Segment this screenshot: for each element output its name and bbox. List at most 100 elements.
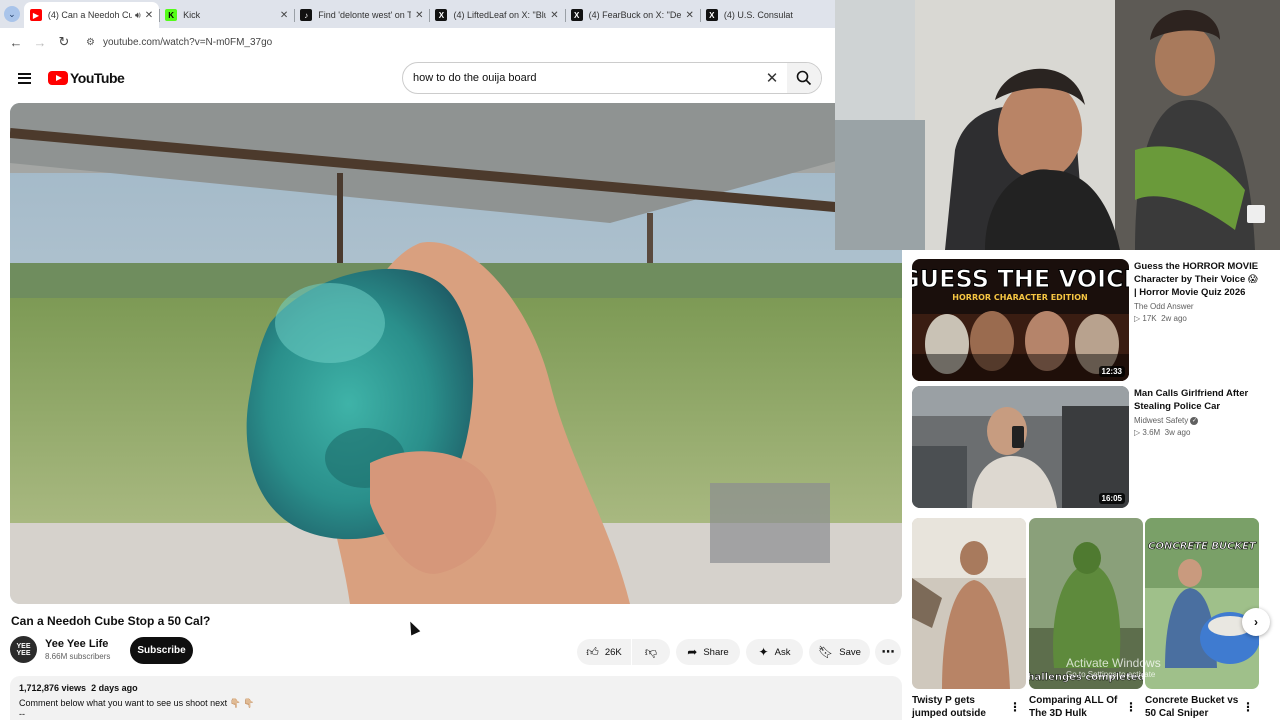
more-options-icon[interactable]: ⋮ bbox=[1242, 700, 1254, 714]
recommended-age: 3w ago bbox=[1164, 428, 1191, 437]
like-button[interactable]: 👍︎ 26K bbox=[577, 639, 631, 665]
browser-tab-x-liftedleaf[interactable]: X (4) LiftedLeaf on X: "Blueber ✕ bbox=[429, 2, 564, 28]
subscriber-count: 8.66M subscribers bbox=[45, 652, 111, 661]
menu-icon[interactable] bbox=[0, 72, 48, 84]
dislike-button[interactable]: 👎︎ bbox=[632, 639, 670, 665]
clear-search-icon[interactable]: ✕ bbox=[757, 69, 787, 87]
share-label: Share bbox=[703, 646, 729, 658]
youtube-icon: ▶ bbox=[29, 9, 42, 21]
recommended-channel[interactable]: Midwest Safety ✓ bbox=[1134, 416, 1262, 425]
short-item[interactable] bbox=[912, 518, 1026, 689]
recommended-title[interactable]: Man Calls Girlfriend After Stealing Poli… bbox=[1134, 387, 1262, 413]
recommended-title[interactable]: Guess the HORROR MOVIE Character by Thei… bbox=[1134, 260, 1262, 299]
logo-text: YouTube bbox=[70, 70, 125, 86]
tab-title: (4) U.S. Consulat bbox=[723, 10, 793, 20]
short-thumbnail: CONCRETE BUCKET bbox=[1145, 518, 1259, 689]
close-tab-icon[interactable]: ✕ bbox=[685, 10, 693, 21]
description-box[interactable]: 1,712,876 views 2 days ago Comment below… bbox=[10, 676, 902, 720]
video-thumbnail[interactable]: GUESS THE VOICE HORROR CHARACTER EDITION… bbox=[912, 259, 1129, 381]
chevron-right-icon: › bbox=[1254, 615, 1258, 629]
tab-title: (4) FearBuck on X: "Delonte bbox=[588, 10, 682, 20]
watermark-line2: Go to Settings to activate bbox=[1066, 670, 1156, 679]
search-input[interactable]: how to do the ouija board bbox=[413, 72, 757, 84]
thumbnail-image bbox=[912, 386, 1129, 508]
youtube-play-icon bbox=[48, 71, 68, 85]
tab-search-button[interactable]: ⌄ bbox=[0, 0, 24, 28]
watermark-line1: Activate Windows bbox=[1066, 656, 1161, 670]
recommended-video[interactable]: 16:05 Man Calls Girlfriend After Stealin… bbox=[912, 386, 1262, 508]
url-bar[interactable]: ⚙ youtube.com/watch?v=N-m0FM_37go bbox=[80, 31, 829, 53]
short-overlay-text: CONCRETE BUCKET bbox=[1148, 541, 1257, 552]
recommended-stats: ▷ 17K 2w ago bbox=[1134, 314, 1262, 323]
more-options-icon[interactable]: ⋮ bbox=[1009, 700, 1021, 714]
like-count: 26K bbox=[604, 646, 622, 658]
channel-avatar[interactable]: YEE YEE bbox=[10, 636, 37, 663]
thumbnail-image: GUESS THE VOICE HORROR CHARACTER EDITION bbox=[912, 259, 1129, 381]
channel-name[interactable]: Yee Yee Life bbox=[45, 638, 110, 650]
video-duration: 12:33 bbox=[1098, 366, 1125, 377]
search-button[interactable] bbox=[787, 63, 821, 93]
close-tab-icon[interactable]: ✕ bbox=[415, 10, 423, 21]
more-actions-button[interactable]: ⋯ bbox=[875, 639, 901, 665]
browser-tab-youtube[interactable]: ▶ (4) Can a Needoh Cube 🔊︎ ✕ bbox=[23, 2, 160, 28]
short-item[interactable]: CONCRETE BUCKET bbox=[1145, 518, 1259, 689]
browser-tab-x-fearbuck[interactable]: X (4) FearBuck on X: "Delonte ✕ bbox=[564, 2, 700, 28]
video-duration: 16:05 bbox=[1098, 493, 1125, 504]
video-player[interactable] bbox=[10, 103, 902, 604]
shorts-next-button[interactable]: › bbox=[1242, 608, 1270, 636]
description-more: -- bbox=[19, 709, 25, 719]
browser-tab-kick[interactable]: K Kick ✕ bbox=[159, 2, 294, 28]
view-count: 1,712,876 views bbox=[19, 683, 87, 693]
upload-age: 2 days ago bbox=[91, 683, 138, 693]
forward-icon[interactable]: → bbox=[28, 35, 52, 50]
short-title[interactable]: Concrete Bucket vs 50 Cal Sniper bbox=[1145, 694, 1245, 720]
more-options-icon[interactable]: ⋮ bbox=[1125, 700, 1137, 714]
ask-button[interactable]: ✦ Ask bbox=[746, 639, 803, 665]
search-box[interactable]: how to do the ouija board ✕ bbox=[402, 62, 822, 94]
short-title[interactable]: Comparing ALL Of The 3D Hulk bbox=[1029, 694, 1129, 720]
mouse-cursor-icon bbox=[405, 619, 421, 636]
recommended-video[interactable]: GUESS THE VOICE HORROR CHARACTER EDITION… bbox=[912, 259, 1262, 381]
close-tab-icon[interactable]: ✕ bbox=[550, 10, 558, 21]
channel-info: YEE YEE Yee Yee Life 8.66M subscribers bbox=[10, 636, 110, 663]
shorts-shelf: hallenges completed CONCRETE BUCKET › Tw… bbox=[912, 518, 1280, 720]
view-stats: 1,712,876 views 2 days ago bbox=[19, 683, 893, 693]
tab-title: Kick bbox=[183, 10, 201, 20]
recommended-views: 3.6M bbox=[1142, 428, 1161, 437]
tab-title: Find 'delonte west' on TikTo bbox=[318, 10, 412, 20]
tab-title: (4) LiftedLeaf on X: "Blueber bbox=[453, 10, 547, 20]
browser-tab-x-consulate[interactable]: X (4) U.S. Consulat bbox=[699, 2, 835, 28]
back-icon[interactable]: ← bbox=[4, 35, 28, 50]
save-button[interactable]: 🔖︎ Save bbox=[809, 639, 870, 665]
close-tab-icon[interactable]: ✕ bbox=[145, 10, 153, 21]
x-icon: X bbox=[570, 9, 583, 21]
recommended-channel[interactable]: The Odd Answer bbox=[1134, 302, 1262, 311]
subscribe-button[interactable]: Subscribe bbox=[130, 637, 193, 664]
thumbnail-headline: GUESS THE VOICE bbox=[912, 265, 1129, 293]
youtube-logo[interactable]: YouTube bbox=[48, 70, 125, 86]
verified-icon: ✓ bbox=[1190, 416, 1199, 425]
obs-logo-icon bbox=[1247, 205, 1265, 223]
video-frame bbox=[10, 103, 902, 604]
x-icon: X bbox=[435, 9, 448, 21]
channel-name: Midwest Safety bbox=[1134, 416, 1189, 425]
speaker-icon[interactable]: 🔊︎ bbox=[135, 10, 141, 21]
thumbs-up-icon: 👍︎ bbox=[586, 644, 599, 659]
short-thumbnail bbox=[912, 518, 1026, 689]
close-tab-icon[interactable]: ✕ bbox=[280, 10, 288, 21]
recommended-views: 17K bbox=[1142, 314, 1157, 323]
reload-icon[interactable]: ↻ bbox=[52, 34, 76, 50]
youtube-header: YouTube how to do the ouija board ✕ bbox=[0, 56, 835, 100]
tab-title: (4) Can a Needoh Cube bbox=[47, 10, 133, 20]
browser-tab-tiktok[interactable]: ♪ Find 'delonte west' on TikTo ✕ bbox=[294, 2, 429, 28]
short-title[interactable]: Twisty P gets jumped outside bbox=[912, 694, 1012, 720]
webcam-image bbox=[835, 0, 1280, 250]
sparkle-icon: ✦ bbox=[758, 645, 769, 659]
video-thumbnail[interactable]: 16:05 bbox=[912, 386, 1129, 508]
description-text: Comment below what you want to see us sh… bbox=[19, 698, 255, 708]
search-icon bbox=[796, 70, 812, 86]
site-info-icon[interactable]: ⚙ bbox=[86, 37, 95, 48]
share-button[interactable]: ➦ Share bbox=[676, 639, 740, 665]
more-icon: ⋯ bbox=[881, 644, 895, 659]
thumbs-down-icon: 👎︎ bbox=[644, 644, 658, 659]
